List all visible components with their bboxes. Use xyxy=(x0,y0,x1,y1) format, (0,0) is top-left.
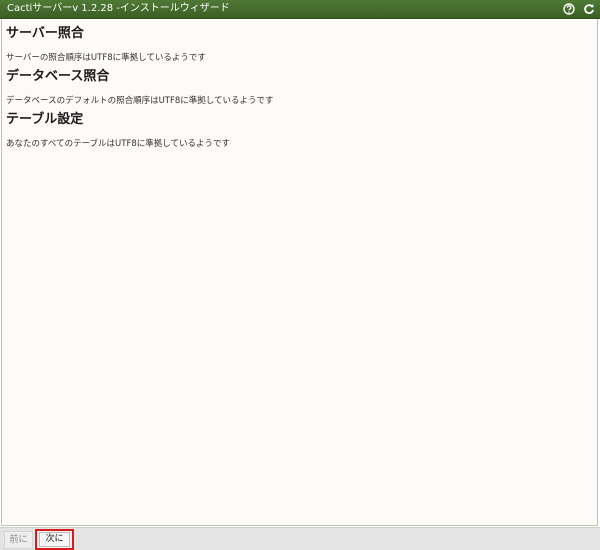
section-heading: テーブル設定 xyxy=(6,112,84,127)
wizard-content: サーバー照合 サーバーの照合順序はUTF8に準拠しているようです データベース照… xyxy=(1,19,598,526)
window-title: Cactiサーバーv 1.2.28 -インストールウィザード xyxy=(7,3,230,14)
next-button[interactable]: 次に xyxy=(35,529,74,550)
previous-button[interactable]: 前に xyxy=(4,531,33,549)
wizard-footer: 前に 次に xyxy=(0,527,600,550)
server-collation-section: サーバー照合 サーバーの照合順序はUTF8に準拠しているようです xyxy=(6,26,206,64)
section-text: サーバーの照合順序はUTF8に準拠しているようです xyxy=(6,53,206,63)
next-button-label: 次に xyxy=(45,534,64,544)
title-bar: Cactiサーバーv 1.2.28 -インストールウィザード xyxy=(0,0,600,19)
section-text: データベースのデフォルトの照合順序はUTF8に準拠しているようです xyxy=(6,96,274,106)
help-icon[interactable] xyxy=(563,3,575,15)
section-text: あなたのすべてのテーブルはUTF8に準拠しているようです xyxy=(6,139,231,149)
database-collation-section: データベース照合 データベースのデフォルトの照合順序はUTF8に準拠しているよう… xyxy=(6,69,274,107)
section-heading: サーバー照合 xyxy=(6,26,84,41)
section-heading: データベース照合 xyxy=(6,69,110,84)
table-settings-section: テーブル設定 あなたのすべてのテーブルはUTF8に準拠しているようです xyxy=(6,112,230,150)
installer-window: Cactiサーバーv 1.2.28 -インストールウィザード サーバー照合 サー… xyxy=(0,0,600,550)
refresh-icon[interactable] xyxy=(583,3,595,15)
